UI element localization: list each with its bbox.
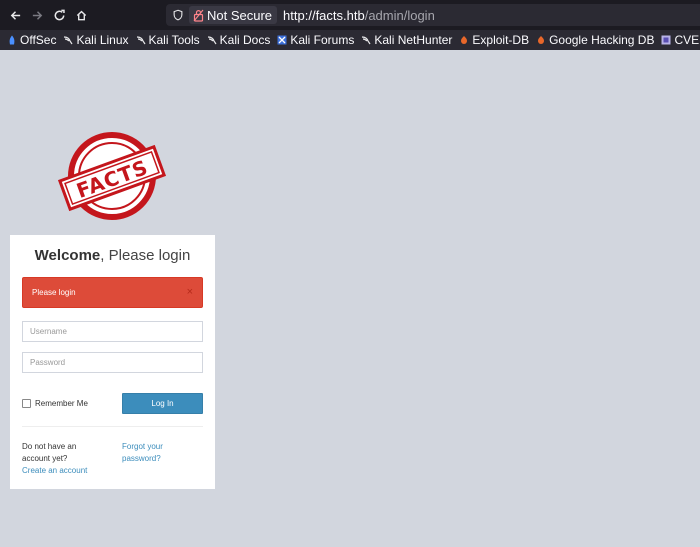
facts-logo: FACTS [57,132,167,220]
create-account-link[interactable]: Create an account [22,466,87,475]
remember-me[interactable]: Remember Me [22,399,88,408]
forgot-password-link[interactable]: Forgot your password? [122,441,192,465]
login-button[interactable]: Log In [122,393,203,414]
login-title-bold: Welcome [34,247,101,264]
bookmark-label: Google Hacking DB [549,33,655,47]
login-title: Welcome, Please login [10,247,215,264]
close-icon[interactable]: × [187,287,193,298]
bookmark-label: Kali NetHunter [374,33,453,47]
bookmark-exploit-db[interactable]: Exploit-DB [459,33,529,47]
not-secure-badge[interactable]: Not Secure [189,6,278,24]
bookmark-kali-forums[interactable]: Kali Forums [277,33,354,47]
kali-forums-icon [277,35,287,45]
offsec-icon [9,35,15,45]
remember-me-label: Remember Me [35,399,88,408]
shield-icon[interactable] [171,8,185,22]
not-secure-label: Not Secure [207,7,273,23]
bookmark-google-hacking-db[interactable]: Google Hacking DB [536,33,654,47]
url-bar[interactable]: Not Secure http://facts.htb/admin/login [166,4,700,26]
bookmark-label: Kali Docs [219,33,271,47]
bookmarks-bar: OffSec Kali Linux Kali Tools Kali Docs K… [0,30,700,50]
url-host: http://facts.htb [283,7,365,23]
cve-icon [661,35,671,45]
password-input[interactable] [22,352,203,373]
exploit-db-icon [461,36,468,44]
back-icon[interactable] [4,0,26,30]
login-box: Welcome, Please login Please login × Rem… [10,235,215,489]
divider [22,426,203,427]
kali-dragon-icon [362,36,371,45]
bookmark-kali-linux[interactable]: Kali Linux [63,33,129,47]
bookmark-kali-docs[interactable]: Kali Docs [207,33,271,47]
alert-text: Please login [32,288,76,297]
bookmark-label: Exploit-DB [472,33,530,47]
bookmark-label: CVE secu [674,33,700,47]
browser-toolbar: Not Secure http://facts.htb/admin/login [0,0,700,30]
kali-dragon-icon [136,36,145,45]
bookmark-label: Kali Tools [148,33,200,47]
kali-dragon-icon [207,36,217,45]
bookmark-label: Kali Linux [76,33,129,47]
url-path: /admin/login [364,7,435,23]
login-title-rest: , Please login [100,247,191,264]
reload-icon[interactable] [48,0,70,30]
bookmark-kali-tools[interactable]: Kali Tools [136,33,200,47]
bookmark-label: Kali Forums [290,33,355,47]
kali-dragon-icon [64,36,73,45]
remember-me-checkbox[interactable] [22,399,31,408]
insecure-lock-icon [193,9,204,22]
url-text[interactable]: http://facts.htb/admin/login [283,8,435,23]
home-icon[interactable] [70,0,92,30]
bookmark-offsec[interactable]: OffSec [7,33,56,47]
no-account-text: Do not have an account yet? [22,442,77,463]
forward-icon[interactable] [26,0,48,30]
username-input[interactable] [22,321,203,342]
bookmark-kali-nethunter[interactable]: Kali NetHunter [361,33,452,47]
bookmark-label: OffSec [20,33,57,47]
alert-message: Please login × [22,277,203,308]
exploit-db-icon [538,36,545,44]
bookmark-cve[interactable]: CVE secu [661,33,700,47]
